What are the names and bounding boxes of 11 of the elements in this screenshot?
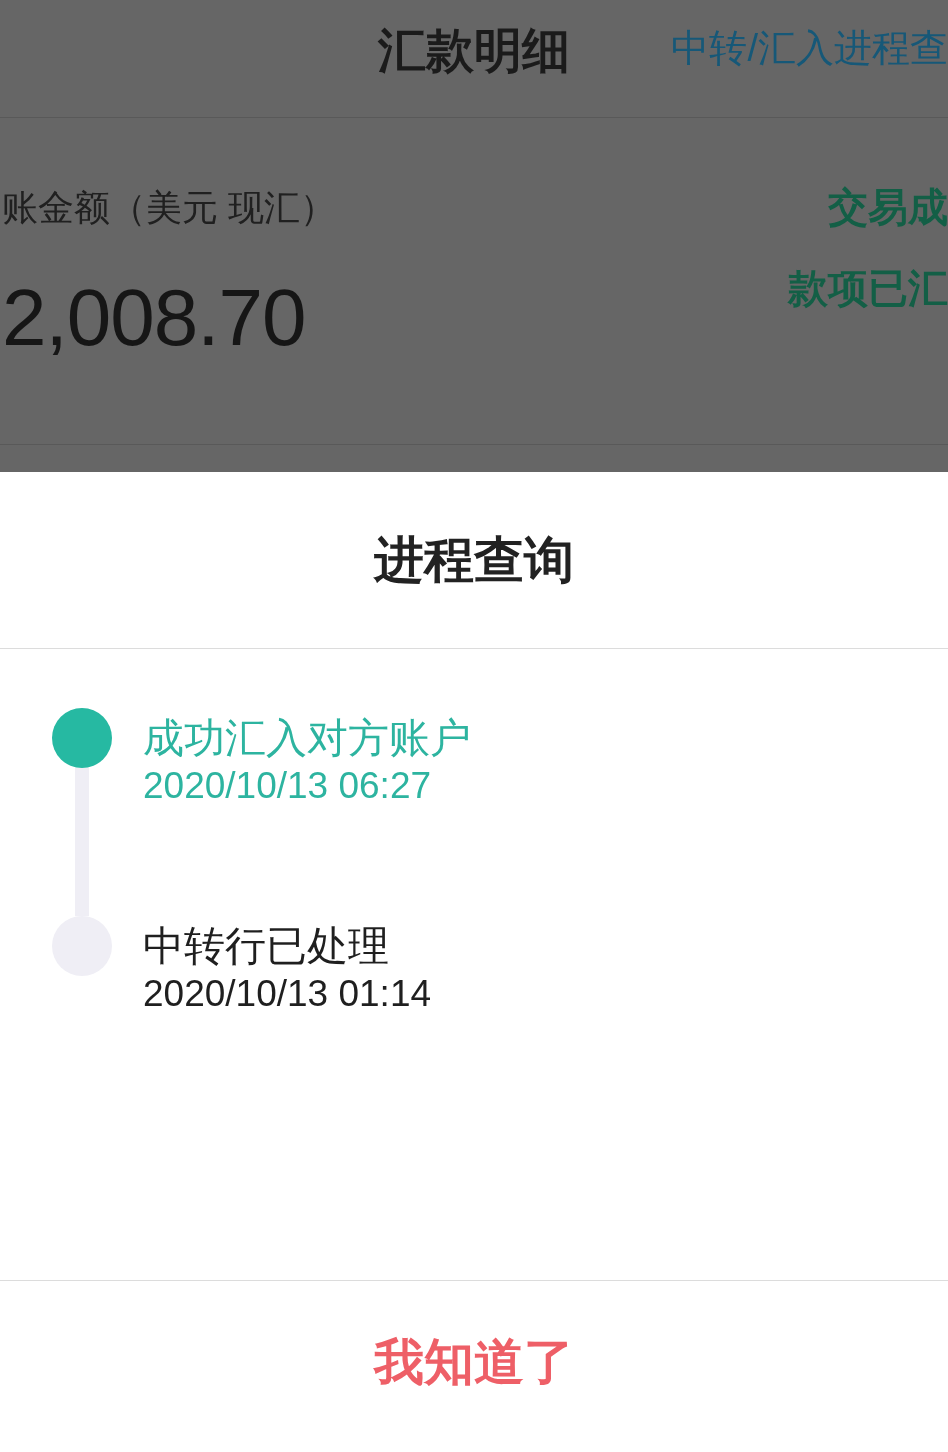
amount-value: 2,008.70 <box>2 274 307 363</box>
step-label: 成功汇入对方账户 <box>143 714 471 763</box>
status-detail: 款项已汇 <box>788 265 948 312</box>
status-text: 交易成 <box>827 184 948 231</box>
step-time: 2020/10/13 01:14 <box>143 972 432 1016</box>
confirm-button[interactable]: 我知道了 <box>0 1281 948 1452</box>
step-time: 2020/10/13 06:27 <box>143 764 433 808</box>
sheet-title: 进程查询 <box>374 531 574 590</box>
step-label: 中转行已处理 <box>143 922 390 971</box>
page-title: 汇款明细 <box>378 22 570 79</box>
amount-label: 账金额（美元 现汇） <box>2 186 336 230</box>
